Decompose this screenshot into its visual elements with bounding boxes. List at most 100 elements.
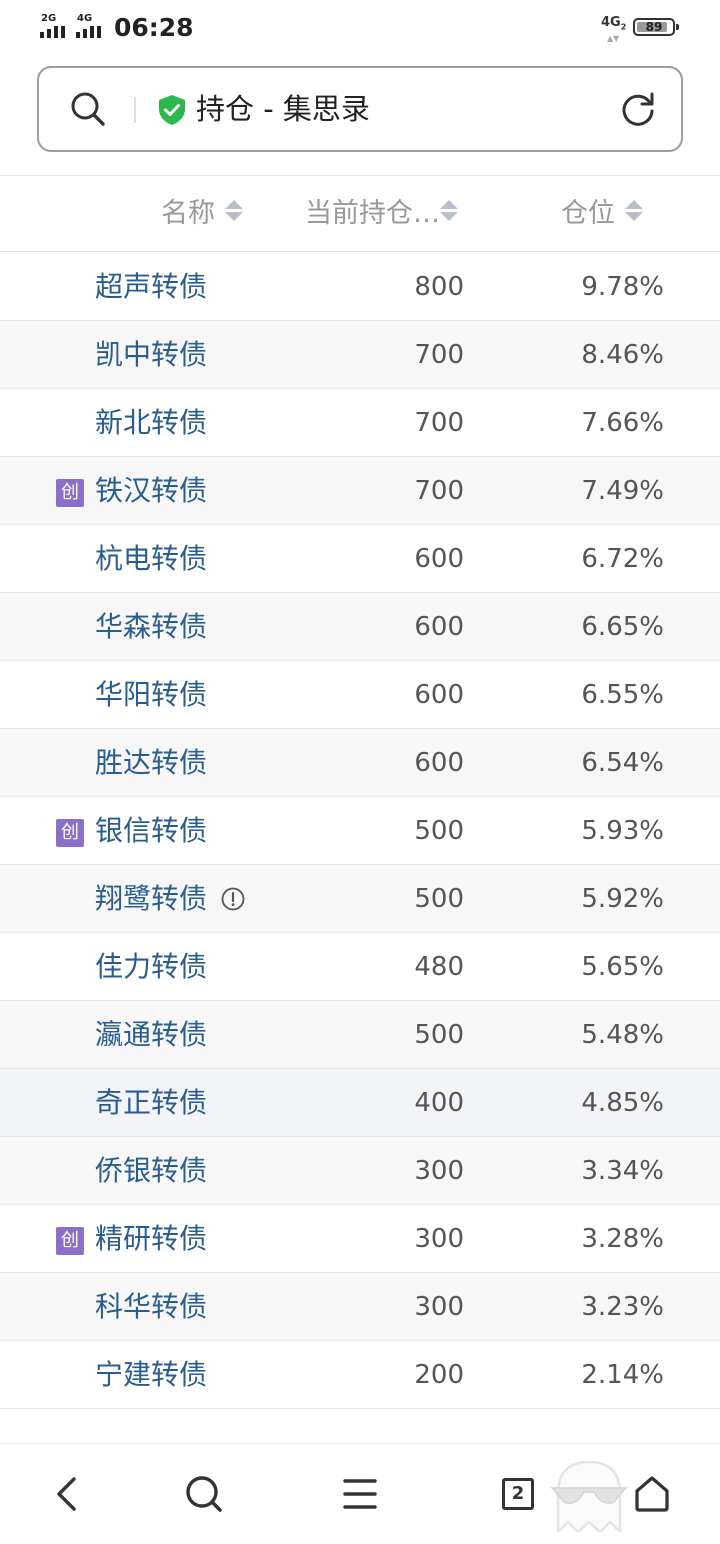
sort-icon[interactable] bbox=[625, 199, 643, 221]
bond-name-link[interactable]: 瀛通转债 bbox=[95, 1015, 207, 1055]
bond-name-link[interactable]: 杭电转债 bbox=[95, 539, 207, 579]
bond-name-link[interactable]: 佳力转债 bbox=[95, 947, 207, 987]
menu-icon[interactable] bbox=[340, 1474, 380, 1514]
bond-name[interactable]: 铁汉转债 bbox=[95, 471, 207, 511]
holding-quantity: 500 bbox=[414, 816, 464, 846]
bond-name[interactable]: 宁建转债 bbox=[95, 1355, 207, 1395]
bond-name[interactable]: 新北转债 bbox=[95, 403, 207, 443]
table-row[interactable]: 侨银转债 300 3.34% bbox=[0, 1137, 720, 1205]
bond-name-link[interactable]: 胜达转债 bbox=[95, 743, 207, 783]
sim2-signal-icon: 4G bbox=[76, 14, 110, 40]
position-percent: 3.28% bbox=[581, 1224, 664, 1254]
bond-name[interactable]: 华阳转债 bbox=[95, 675, 207, 715]
home-icon[interactable] bbox=[632, 1474, 672, 1514]
chuangye-badge: 创 bbox=[56, 819, 84, 847]
bond-name-link[interactable]: 银信转债 bbox=[95, 811, 207, 851]
table-row[interactable]: 新北转债 700 7.66% bbox=[0, 389, 720, 457]
chuangye-badge: 创 bbox=[56, 479, 84, 507]
bond-name[interactable]: 精研转债 bbox=[95, 1219, 207, 1259]
bond-name[interactable]: 佳力转债 bbox=[95, 947, 207, 987]
position-percent: 3.23% bbox=[581, 1292, 664, 1322]
search-icon[interactable] bbox=[69, 90, 107, 128]
table-row[interactable]: 佳力转债 480 5.65% bbox=[0, 933, 720, 1001]
bond-name-link[interactable]: 华阳转债 bbox=[95, 675, 207, 715]
table-row[interactable]: 瀛通转债 500 5.48% bbox=[0, 1001, 720, 1069]
table-row[interactable]: 超声转债 800 9.78% bbox=[0, 253, 720, 321]
bond-name[interactable]: 杭电转债 bbox=[95, 539, 207, 579]
bond-name[interactable]: 翔鹭转债 bbox=[95, 879, 207, 919]
sim2-network-label: 4G bbox=[77, 13, 93, 24]
column-header-position[interactable]: 仓位 bbox=[561, 190, 643, 230]
tabs-icon[interactable]: 2 bbox=[502, 1478, 534, 1510]
bond-name[interactable]: 银信转债 bbox=[95, 811, 207, 851]
position-percent: 3.34% bbox=[581, 1156, 664, 1186]
bond-name[interactable]: 超声转债 bbox=[95, 267, 207, 307]
bond-name-link[interactable]: 凯中转债 bbox=[95, 335, 207, 375]
position-percent: 5.93% bbox=[581, 816, 664, 846]
holdings-table: 超声转债 800 9.78% 凯中转债 700 8.46% 新北转债 700 7.66% 创铁汉转… bbox=[0, 253, 720, 1409]
page-title[interactable]: 持仓 - 集思录 bbox=[196, 89, 370, 129]
column-header-position-label: 仓位 bbox=[561, 197, 615, 229]
bond-name[interactable]: 瀛通转债 bbox=[95, 1015, 207, 1055]
position-percent: 5.65% bbox=[581, 952, 664, 982]
position-percent: 9.78% bbox=[581, 272, 664, 302]
table-row[interactable]: 科华转债 300 3.23% bbox=[0, 1273, 720, 1341]
bond-name[interactable]: 侨银转债 bbox=[95, 1151, 207, 1191]
table-header: 名称 当前持仓… 仓位 bbox=[0, 176, 720, 252]
back-icon[interactable] bbox=[48, 1474, 88, 1514]
table-row[interactable]: 华森转债 600 6.65% bbox=[0, 593, 720, 661]
status-time: 06:28 bbox=[114, 13, 194, 42]
bond-name[interactable]: 胜达转债 bbox=[95, 743, 207, 783]
table-row[interactable]: 创精研转债 300 3.28% bbox=[0, 1205, 720, 1273]
reload-icon[interactable] bbox=[619, 90, 657, 128]
bond-name-link[interactable]: 超声转债 bbox=[95, 267, 207, 307]
table-row[interactable]: 创铁汉转债 700 7.49% bbox=[0, 457, 720, 525]
position-percent: 2.14% bbox=[581, 1360, 664, 1390]
incognito-ghost-icon[interactable] bbox=[548, 1458, 630, 1532]
table-row[interactable]: 宁建转债 200 2.14% bbox=[0, 1341, 720, 1409]
bond-name-link[interactable]: 新北转债 bbox=[95, 403, 207, 443]
bond-name-link[interactable]: 奇正转债 bbox=[95, 1083, 207, 1123]
column-header-name[interactable]: 名称 bbox=[161, 190, 243, 230]
table-row[interactable]: 奇正转债 400 4.85% bbox=[0, 1069, 720, 1137]
holding-quantity: 480 bbox=[414, 952, 464, 982]
bond-name-link[interactable]: 华森转债 bbox=[95, 607, 207, 647]
column-header-holding[interactable]: 当前持仓… bbox=[305, 190, 458, 230]
battery-tip bbox=[676, 24, 679, 30]
chuangye-badge: 创 bbox=[56, 1227, 84, 1255]
position-percent: 6.55% bbox=[581, 680, 664, 710]
table-row[interactable]: 华阳转债 600 6.55% bbox=[0, 661, 720, 729]
bond-name[interactable]: 科华转债 bbox=[95, 1287, 207, 1327]
bond-name[interactable]: 华森转债 bbox=[95, 607, 207, 647]
search-icon[interactable] bbox=[184, 1474, 224, 1514]
table-row[interactable]: 胜达转债 600 6.54% bbox=[0, 729, 720, 797]
holding-quantity: 700 bbox=[414, 476, 464, 506]
bond-name-link[interactable]: 精研转债 bbox=[95, 1219, 207, 1259]
holding-quantity: 600 bbox=[414, 680, 464, 710]
position-percent: 5.92% bbox=[581, 884, 664, 914]
bond-name-link[interactable]: 翔鹭转债 bbox=[95, 879, 245, 919]
position-percent: 7.49% bbox=[581, 476, 664, 506]
table-row[interactable]: 凯中转债 700 8.46% bbox=[0, 321, 720, 389]
sim1-network-label: 2G bbox=[41, 13, 57, 24]
table-row[interactable]: 创银信转债 500 5.93% bbox=[0, 797, 720, 865]
bond-name-link[interactable]: 侨银转债 bbox=[95, 1151, 207, 1191]
bond-name[interactable]: 奇正转债 bbox=[95, 1083, 207, 1123]
mobile-data-label: 4G bbox=[601, 15, 621, 30]
bond-name[interactable]: 凯中转债 bbox=[95, 335, 207, 375]
table-row[interactable]: 翔鹭转债 500 5.92% bbox=[0, 865, 720, 933]
holding-quantity: 300 bbox=[414, 1224, 464, 1254]
holding-quantity: 200 bbox=[414, 1360, 464, 1390]
info-icon[interactable] bbox=[221, 887, 245, 911]
bond-name-link[interactable]: 铁汉转债 bbox=[95, 471, 207, 511]
position-percent: 4.85% bbox=[581, 1088, 664, 1118]
column-header-holding-label: 当前持仓… bbox=[305, 197, 440, 229]
address-bar[interactable]: 持仓 - 集思录 bbox=[37, 66, 683, 152]
bond-name-link[interactable]: 科华转债 bbox=[95, 1287, 207, 1327]
column-header-name-label: 名称 bbox=[161, 197, 215, 229]
holding-quantity: 500 bbox=[414, 884, 464, 914]
bond-name-link[interactable]: 宁建转债 bbox=[95, 1355, 207, 1395]
sort-icon[interactable] bbox=[440, 199, 458, 221]
sort-icon[interactable] bbox=[225, 199, 243, 221]
table-row[interactable]: 杭电转债 600 6.72% bbox=[0, 525, 720, 593]
